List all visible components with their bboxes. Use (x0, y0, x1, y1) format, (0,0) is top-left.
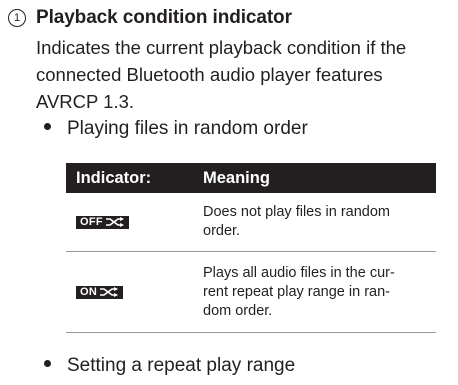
section-heading-row: 1 Playback condition indicator (8, 3, 292, 33)
column-header-meaning: Meaning (203, 168, 270, 187)
bullet-text: Setting a repeat play range (67, 355, 296, 376)
description-line: AVRCP 1.3. (36, 91, 135, 112)
bullet-icon (44, 123, 51, 131)
description-line: Indicates the current playback condition… (36, 37, 407, 58)
meaning-line: order. (203, 223, 241, 239)
meaning-line: Does not play files in random (203, 204, 390, 220)
manual-page: 1 Playback condition indicator Indicates… (0, 0, 458, 385)
meaning-cell: Does not play files in random order. (203, 203, 428, 241)
bullet-item-random: Playing files in random order (44, 115, 308, 142)
indicator-table: Indicator: Meaning OFF Does not play fil… (66, 163, 436, 333)
table-row: ON Plays all audio files in the cur- ren… (66, 252, 436, 333)
bullet-item-repeat: Setting a repeat play range (44, 352, 295, 379)
table-row: OFF Does not play files in random order. (66, 193, 436, 252)
column-header-indicator: Indicator: (76, 168, 152, 187)
meaning-line: dom order. (203, 302, 273, 319)
indicator-label: OFF (80, 215, 103, 228)
bullet-icon (44, 360, 51, 368)
indicator-cell: ON (66, 285, 203, 299)
section-number: 1 (8, 9, 26, 27)
indicator-cell: OFF (66, 215, 203, 229)
random-on-indicator: ON (76, 285, 124, 299)
random-off-indicator: OFF (76, 215, 129, 229)
meaning-line: rent repeat play range in ran- (203, 283, 390, 300)
random-icon (100, 287, 119, 297)
random-icon (105, 217, 124, 227)
description-line: connected Bluetooth audio player feature… (36, 64, 383, 85)
section-heading: Playback condition indicator (36, 7, 292, 28)
meaning-cell: Plays all audio files in the cur- rent r… (203, 264, 428, 321)
section-description: Indicates the current playback condition… (36, 34, 456, 115)
indicator-label: ON (80, 285, 98, 298)
meaning-line: Plays all audio files in the cur- (203, 264, 395, 281)
bullet-text: Playing files in random order (67, 118, 308, 139)
table-header: Indicator: Meaning (66, 163, 436, 193)
